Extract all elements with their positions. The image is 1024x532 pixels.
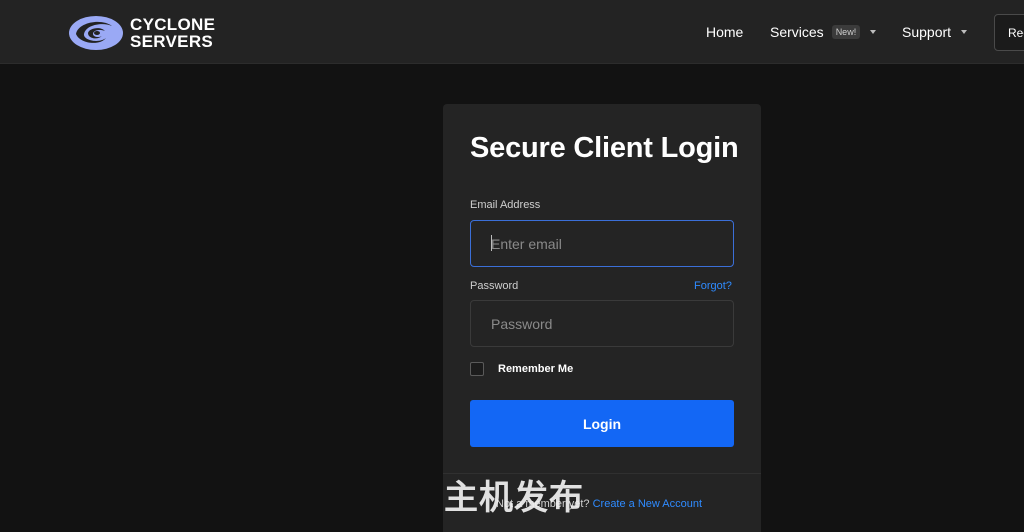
nav-support-link[interactable]: Support <box>902 24 968 40</box>
nav-services-wrap: Services New! <box>770 0 877 64</box>
remember-me-checkbox[interactable] <box>470 362 484 376</box>
navbar: CYCLONE SERVERS Home Services New! Suppo… <box>0 0 1024 64</box>
password-field[interactable] <box>470 300 734 347</box>
nav-support-wrap: Support <box>902 0 968 64</box>
create-account-link[interactable]: Create a New Account <box>593 498 702 510</box>
brand-line-2: SERVERS <box>130 32 214 51</box>
watermark-text: 主机发布 <box>444 479 584 517</box>
page-title: Secure Client Login <box>470 132 739 164</box>
email-field[interactable] <box>470 220 734 267</box>
remember-me-label[interactable]: Remember Me <box>498 363 573 375</box>
nav-services-label: Services <box>770 24 824 40</box>
register-button[interactable]: Reg <box>994 14 1024 51</box>
text-cursor <box>491 235 492 251</box>
nav-support-label: Support <box>902 24 952 40</box>
caret-down-icon <box>961 30 968 34</box>
nav-home-wrap: Home <box>706 0 743 64</box>
brand-name: CYCLONE SERVERS <box>130 16 215 50</box>
brand[interactable]: CYCLONE SERVERS <box>68 14 215 52</box>
brand-line-1: CYCLONE <box>130 15 216 34</box>
login-button[interactable]: Login <box>470 400 734 447</box>
login-card: Secure Client Login Email Address Passwo… <box>443 104 761 532</box>
forgot-password-link[interactable]: Forgot? <box>694 280 732 292</box>
nav-services-link[interactable]: Services New! <box>770 24 877 40</box>
password-label: Password <box>470 280 519 292</box>
caret-down-icon <box>870 30 877 34</box>
email-label: Email Address <box>470 199 541 211</box>
nav-home-link[interactable]: Home <box>706 24 743 40</box>
cyclone-logo-icon <box>69 16 123 50</box>
new-badge: New! <box>831 25 861 39</box>
